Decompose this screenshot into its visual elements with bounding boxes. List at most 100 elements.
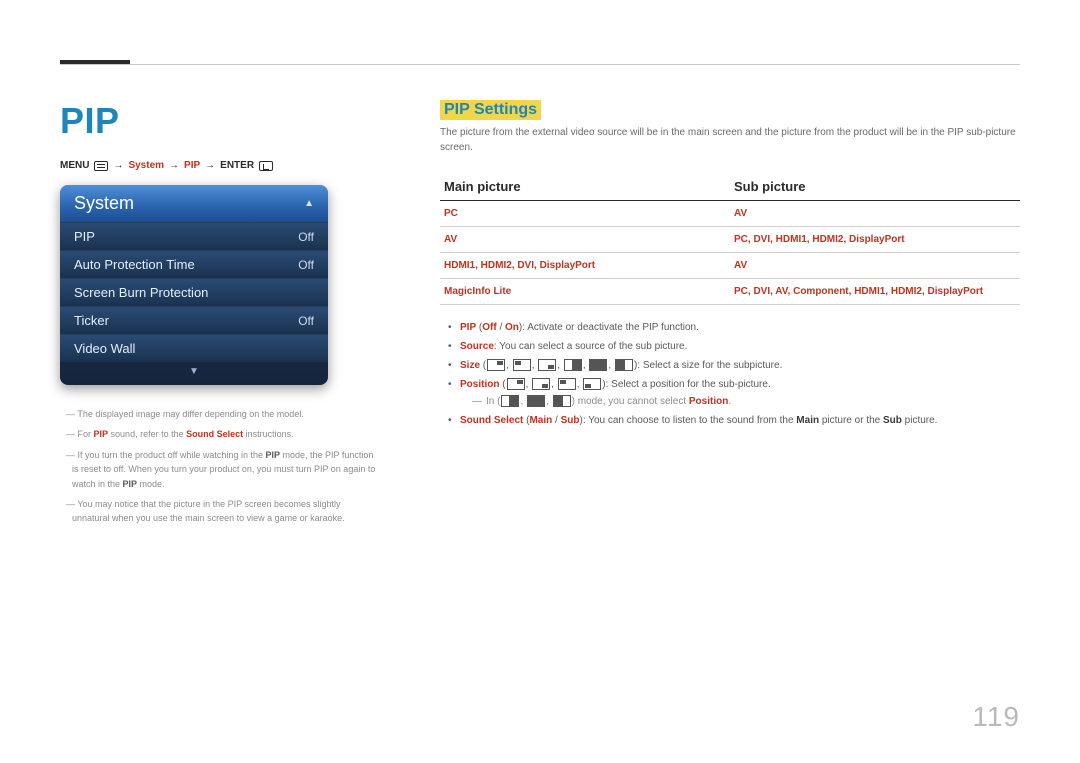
t: / — [552, 415, 560, 426]
t: PIP — [460, 322, 476, 333]
page-number: 119 — [972, 701, 1020, 733]
section-title: PIP — [60, 100, 380, 142]
size-icon — [615, 359, 633, 371]
footnote: ― If you turn the product off while watc… — [60, 448, 380, 491]
osd-row: Ticker Off — [60, 306, 328, 334]
position-icon — [583, 378, 601, 390]
table-head-main: Main picture — [440, 173, 730, 201]
right-column: PIP Settings The picture from the extern… — [440, 100, 1020, 532]
left-column: PIP MENU → System → PIP → ENTER System ▲… — [60, 100, 380, 532]
t: Off — [482, 322, 496, 333]
footnote: ― You may notice that the picture in the… — [60, 497, 380, 526]
note-text: For — [78, 429, 94, 439]
position-icon — [558, 378, 576, 390]
osd-label: PIP — [74, 229, 95, 244]
settings-heading: PIP Settings — [440, 100, 541, 120]
cell: AV — [440, 227, 730, 253]
cell: MagicInfo Lite — [440, 279, 730, 305]
cell: AV — [730, 201, 1020, 227]
note-text: If you turn the product off while watchi… — [78, 450, 266, 460]
cell: PC — [440, 201, 730, 227]
note-text: instructions. — [243, 429, 294, 439]
note-text: PIP — [265, 450, 280, 460]
list-item: Size (, , , , , ): Select a size for the… — [446, 357, 1020, 374]
breadcrumb-enter: ENTER — [220, 160, 254, 171]
size-icon — [589, 359, 607, 371]
size-icon — [564, 359, 582, 371]
cell: PC, DVI, HDMI1, HDMI2, DisplayPort — [730, 227, 1020, 253]
osd-label: Video Wall — [74, 341, 135, 356]
note-text: You may notice that the picture in the P… — [72, 499, 345, 523]
osd-title: System — [74, 193, 134, 214]
menu-icon — [94, 161, 108, 171]
size-icon — [553, 395, 571, 407]
osd-value: Off — [298, 230, 314, 244]
breadcrumb-system: System — [128, 160, 164, 171]
t: Sub — [883, 415, 902, 426]
note-text: sound, refer to the — [108, 429, 186, 439]
t: mode, you cannot select — [575, 396, 689, 407]
t: picture. — [902, 415, 938, 426]
osd-row: Screen Burn Protection — [60, 278, 328, 306]
list-item: Source: You can select a source of the s… — [446, 338, 1020, 355]
t: Position — [689, 396, 728, 407]
osd-value: Off — [298, 314, 314, 328]
list-item: PIP (Off / On): Activate or deactivate t… — [446, 319, 1020, 336]
settings-intro: The picture from the external video sour… — [440, 126, 1020, 155]
osd-panel: System ▲ PIPOff Auto Protection TimeOff … — [60, 185, 328, 385]
osd-row: Auto Protection Time Off — [60, 250, 328, 278]
t: ): Activate or deactivate the PIP functi… — [519, 322, 699, 333]
arrow-icon: → — [205, 160, 215, 171]
table-row: AVPC, DVI, HDMI1, HDMI2, DisplayPort — [440, 227, 1020, 253]
osd-header: System ▲ — [60, 185, 328, 222]
osd-label: Screen Burn Protection — [74, 285, 208, 300]
note-text: mode. — [137, 479, 165, 489]
osd-row: PIP Off — [60, 222, 328, 250]
feature-list: PIP (Off / On): Activate or deactivate t… — [440, 319, 1020, 429]
t: / — [497, 322, 505, 333]
osd-value: Off — [298, 258, 314, 272]
position-icon — [532, 378, 550, 390]
pip-source-table: Main picture Sub picture PCAV AVPC, DVI,… — [440, 173, 1020, 305]
t: picture or the — [819, 415, 883, 426]
size-icon — [538, 359, 556, 371]
t: Sub — [561, 415, 580, 426]
t: Sound Select — [460, 415, 523, 426]
osd-label: Ticker — [74, 313, 109, 328]
size-icon — [513, 359, 531, 371]
footnotes: ― The displayed image may differ dependi… — [60, 407, 380, 526]
t: : You can select a source of the sub pic… — [494, 341, 687, 352]
size-icon — [527, 395, 545, 407]
breadcrumb-menu: MENU — [60, 160, 89, 171]
breadcrumb: MENU → System → PIP → ENTER — [60, 160, 380, 171]
note-text: The displayed image may differ depending… — [77, 409, 303, 419]
t: . — [728, 396, 731, 407]
note-text: Sound Select — [186, 429, 243, 439]
t: Size — [460, 360, 480, 371]
list-subitem: In (, , ) mode, you cannot select Positi… — [486, 393, 1020, 410]
t: Source — [460, 341, 494, 352]
page-divider — [60, 64, 1020, 65]
table-row: MagicInfo LitePC, DVI, AV, Component, HD… — [440, 279, 1020, 305]
table-row: PCAV — [440, 201, 1020, 227]
list-item: Sound Select (Main / Sub): You can choos… — [446, 412, 1020, 429]
size-icon — [487, 359, 505, 371]
osd-row: Video Wall — [60, 334, 328, 362]
chevron-up-icon: ▲ — [304, 198, 314, 209]
size-icon — [501, 395, 519, 407]
t: Position — [460, 379, 499, 390]
table-row: HDMI1, HDMI2, DVI, DisplayPortAV — [440, 253, 1020, 279]
position-icon — [507, 378, 525, 390]
t: : Select a position for the sub-picture. — [606, 379, 771, 390]
table-head-sub: Sub picture — [730, 173, 1020, 201]
t: In — [486, 396, 494, 407]
note-text: PIP — [94, 429, 109, 439]
t: Main — [529, 415, 552, 426]
arrow-icon: → — [169, 160, 179, 171]
t: Main — [796, 415, 819, 426]
osd-label: Auto Protection Time — [74, 257, 195, 272]
t: On — [505, 322, 519, 333]
cell: HDMI1, HDMI2, DVI, DisplayPort — [440, 253, 730, 279]
breadcrumb-pip: PIP — [184, 160, 200, 171]
chevron-down-icon: ▼ — [60, 362, 328, 377]
